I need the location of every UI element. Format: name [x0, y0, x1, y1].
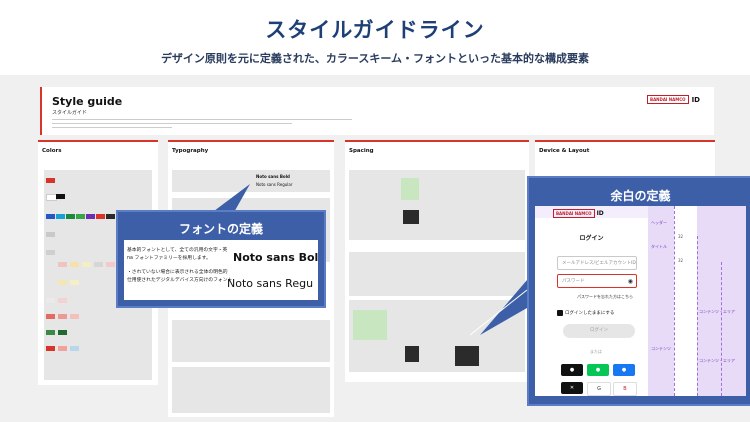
facebook-login-button[interactable]: ● [613, 364, 635, 376]
remember-checkbox[interactable] [557, 310, 563, 316]
font-desc-line: ・されていない場合に表示される全体の明色的 [127, 270, 228, 275]
font-definition-callout: フォントの定義 基本的フォントとして、全ての汎用の文字・英 na フォントファミ… [116, 210, 326, 308]
apple-login-button[interactable]: ● [561, 364, 583, 376]
password-field[interactable]: パスワード ◉ [557, 274, 637, 288]
google-login-button[interactable]: G [587, 382, 611, 396]
guide-line [674, 206, 676, 396]
guide-label-title: タイトル [651, 244, 667, 249]
guide-value: 32 [678, 234, 684, 239]
guide-line [697, 236, 699, 396]
guide-label-content-area: コンテンツ・エリア [699, 309, 735, 314]
password-placeholder: パスワード [562, 279, 585, 284]
remember-label: ログインしたままにする [565, 311, 615, 316]
spacing-callout-pointer [480, 280, 527, 335]
mockup-logo: BANDAI NAMCO ID [553, 209, 604, 218]
x-login-button[interactable]: ✕ [561, 382, 583, 394]
font-desc-line: 仕用使されたデジタルデバイス方向けのフォント [127, 278, 233, 283]
font-sample-bold: Noto sans Bol [233, 251, 319, 264]
font-desc-line: na フォントファミリーを採用します。 [127, 256, 211, 261]
bandai-login-button[interactable]: B [613, 382, 637, 396]
guide-label-content-area-2: コンテンツ・エリア [699, 358, 735, 363]
login-button[interactable]: ログイン [563, 324, 635, 338]
guide-label-content: コンテンツ [651, 346, 671, 351]
font-preview-box: 基本的フォントとして、全ての汎用の文字・英 na フォントファミリーを採用します… [124, 240, 318, 300]
font-desc-line: 基本的フォントとして、全ての汎用の文字・英 [127, 248, 228, 253]
login-mockup: BANDAI NAMCO ID ログイン メールアドレス/ビエルアカウントID … [535, 206, 746, 396]
line-login-button[interactable]: ● [587, 364, 609, 376]
mockup-logo-mark: BANDAI NAMCO [553, 209, 595, 218]
spacing-callout-title: 余白の定義 [610, 189, 671, 203]
guide-line [721, 262, 723, 396]
guide-column [648, 206, 674, 396]
mockup-logo-id: ID [596, 210, 604, 217]
email-field[interactable]: メールアドレス/ビエルアカウントID [557, 256, 637, 270]
or-divider: または [590, 349, 602, 354]
guide-value: 32 [678, 258, 684, 263]
font-callout-title: フォントの定義 [178, 222, 263, 236]
eye-icon[interactable]: ◉ [628, 275, 633, 288]
forgot-password-link[interactable]: パスワードを忘れた方はこちら [577, 294, 633, 300]
spacing-definition-callout: 余白の定義 BANDAI NAMCO ID ログイン メールアドレス/ビエルアカ… [527, 176, 750, 406]
font-sample-regular: Noto sans Regu [227, 277, 314, 290]
login-title: ログイン [579, 235, 604, 242]
guide-label-header: ヘッダー [651, 220, 667, 225]
